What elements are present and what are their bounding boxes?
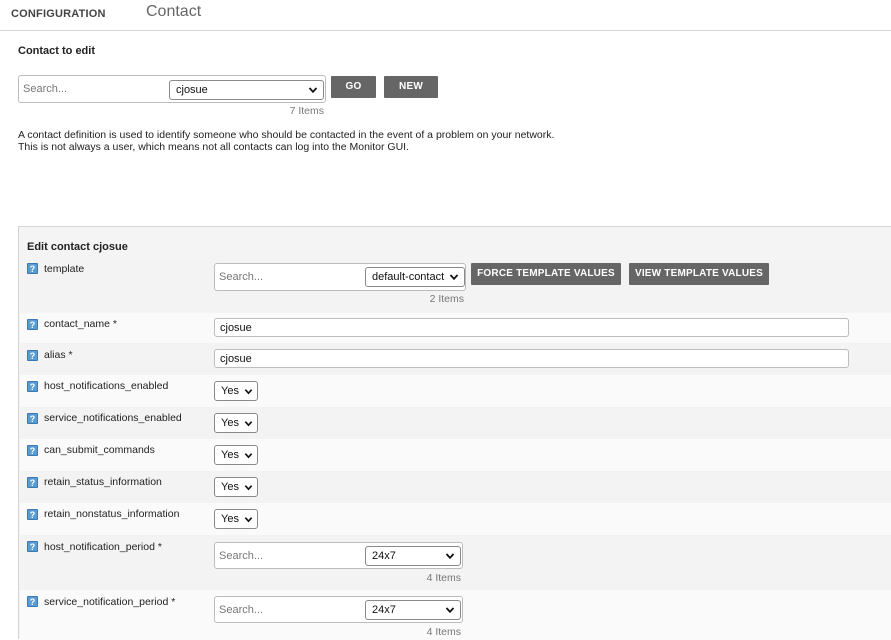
service-notification-period-select[interactable]: 24x7 xyxy=(365,600,461,620)
retain-status-information-select[interactable]: Yes xyxy=(214,477,258,497)
service-notification-period-combo: 24x7 xyxy=(214,596,463,623)
edit-contact-panel: Edit contact cjosue ? template default-c… xyxy=(18,226,891,640)
row-service-notification-period: ? service_notification_period * 24x7 4 I… xyxy=(20,590,891,640)
chevron-down-icon xyxy=(445,607,455,614)
help-icon[interactable]: ? xyxy=(27,263,38,274)
help-icon[interactable]: ? xyxy=(27,509,38,520)
chevron-down-icon xyxy=(244,453,253,459)
chevron-down-icon xyxy=(244,517,253,523)
row-host-notification-period: ? host_notification_period * 24x7 4 Item… xyxy=(20,535,891,590)
row-can-submit-commands: ? can_submit_commands Yes xyxy=(20,439,891,471)
breadcrumb-configuration[interactable]: CONFIGURATION xyxy=(11,8,106,20)
chevron-down-icon xyxy=(244,389,253,395)
force-template-values-button[interactable]: FORCE TEMPLATE VALUES xyxy=(471,263,621,285)
label-host-notification-period: host_notification_period * xyxy=(44,541,162,553)
row-retain-status-information: ? retain_status_information Yes xyxy=(20,471,891,503)
template-items-count: 2 Items xyxy=(429,293,464,305)
contact-search-combo: cjosue xyxy=(18,75,326,103)
chevron-down-icon xyxy=(244,421,253,427)
label-template: template xyxy=(44,263,85,275)
retain-status-information-value: Yes xyxy=(221,481,239,493)
label-service-notification-period: service_notification_period * xyxy=(44,596,176,608)
go-button[interactable]: GO xyxy=(331,76,376,98)
service-notification-period-items-count: 4 Items xyxy=(426,626,461,638)
host-notification-period-items-count: 4 Items xyxy=(426,572,461,584)
template-search-combo: default-contact xyxy=(214,263,466,291)
label-retain-status-information: retain_status_information xyxy=(44,476,162,488)
help-icon[interactable]: ? xyxy=(27,413,38,424)
alias-input[interactable] xyxy=(214,349,849,368)
label-contact-name: contact_name * xyxy=(44,318,117,330)
template-search-input[interactable] xyxy=(219,268,359,286)
host-notification-period-select[interactable]: 24x7 xyxy=(365,546,461,566)
can-submit-commands-select[interactable]: Yes xyxy=(214,445,258,465)
top-bar: CONFIGURATION Contact xyxy=(0,0,891,31)
help-icon[interactable]: ? xyxy=(27,350,38,361)
service-notifications-enabled-value: Yes xyxy=(221,417,239,429)
row-host-notifications-enabled: ? host_notifications_enabled Yes xyxy=(20,375,891,407)
contact-select[interactable]: cjosue xyxy=(169,80,324,100)
new-button[interactable]: NEW xyxy=(384,76,438,98)
host-notification-period-value: 24x7 xyxy=(372,550,396,562)
label-host-notifications-enabled: host_notifications_enabled xyxy=(44,380,169,392)
service-notification-period-search-input[interactable] xyxy=(219,601,359,619)
label-alias: alias * xyxy=(44,349,73,361)
retain-nonstatus-information-value: Yes xyxy=(221,513,239,525)
row-template: ? template default-contact FORCE TEMPLAT… xyxy=(20,260,891,312)
template-select-value: default-contact xyxy=(372,271,445,283)
contact-name-input[interactable] xyxy=(214,318,849,337)
row-service-notifications-enabled: ? service_notifications_enabled Yes xyxy=(20,407,891,439)
contact-select-value: cjosue xyxy=(176,84,208,96)
service-notifications-enabled-select[interactable]: Yes xyxy=(214,413,258,433)
help-icon[interactable]: ? xyxy=(27,477,38,488)
chevron-down-icon xyxy=(308,87,318,94)
template-select[interactable]: default-contact xyxy=(365,267,465,287)
help-icon[interactable]: ? xyxy=(27,381,38,392)
row-retain-nonstatus-information: ? retain_nonstatus_information Yes xyxy=(20,503,891,535)
chevron-down-icon xyxy=(244,485,253,491)
label-retain-nonstatus-information: retain_nonstatus_information xyxy=(44,508,180,520)
row-alias: ? alias * xyxy=(20,343,891,375)
retain-nonstatus-information-select[interactable]: Yes xyxy=(214,509,258,529)
contact-items-count: 7 Items xyxy=(289,105,324,117)
help-icon[interactable]: ? xyxy=(27,596,38,607)
host-notification-period-search-input[interactable] xyxy=(219,547,359,565)
edit-panel-title: Edit contact cjosue xyxy=(27,241,128,253)
label-service-notifications-enabled: service_notifications_enabled xyxy=(44,412,182,424)
help-icon[interactable]: ? xyxy=(27,445,38,456)
page-title: Contact xyxy=(146,3,202,20)
help-icon[interactable]: ? xyxy=(27,319,38,330)
contact-search-input[interactable] xyxy=(23,80,163,98)
view-template-values-button[interactable]: VIEW TEMPLATE VALUES xyxy=(629,263,769,285)
host-notifications-enabled-select[interactable]: Yes xyxy=(214,381,258,401)
help-icon[interactable]: ? xyxy=(27,541,38,552)
host-notifications-enabled-value: Yes xyxy=(221,385,239,397)
label-can-submit-commands: can_submit_commands xyxy=(44,444,155,456)
can-submit-commands-value: Yes xyxy=(221,449,239,461)
host-notification-period-combo: 24x7 xyxy=(214,542,463,569)
contact-picker-title: Contact to edit xyxy=(18,45,95,57)
contact-description: A contact definition is used to identify… xyxy=(18,129,555,153)
chevron-down-icon xyxy=(445,553,455,560)
service-notification-period-value: 24x7 xyxy=(372,604,396,616)
row-contact-name: ? contact_name * xyxy=(20,313,891,343)
chevron-down-icon xyxy=(449,274,459,281)
